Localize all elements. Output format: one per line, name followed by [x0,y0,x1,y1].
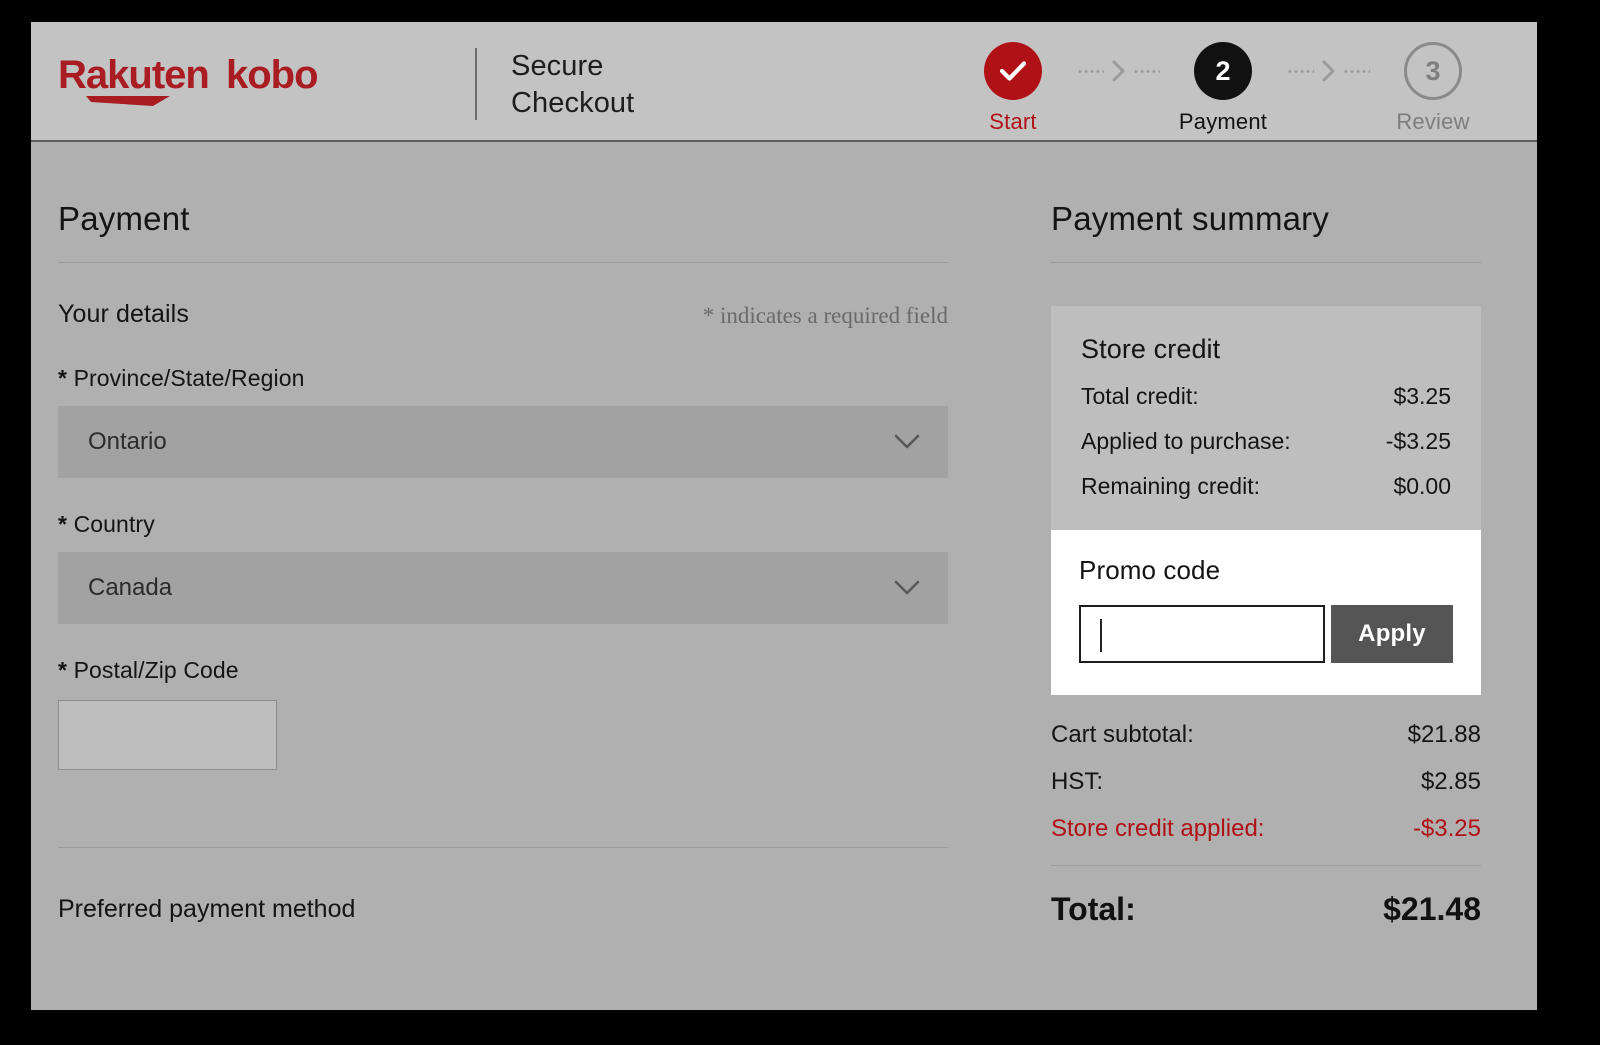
page-title: Payment [58,142,948,238]
store-credit-title: Store credit [1081,334,1451,365]
payment-summary-column: Payment summary Store credit Total credi… [1051,142,1481,928]
title-divider [58,262,948,263]
step-start-label: Start [989,109,1036,135]
field-country: * Country Canada [58,511,948,624]
secure-checkout-line-2: Checkout [511,85,634,122]
chevron-right-icon [1111,60,1126,82]
rakuten-kobo-logo-icon: Rakuten kobo [58,50,348,112]
checkout-stepper: Start 2 Payment [955,42,1491,135]
total-row-label: Store credit applied: [1051,815,1264,843]
total-row-hst: HST: $2.85 [1051,768,1481,796]
step-separator-2 [1281,42,1375,100]
total-row-value: $21.88 [1408,721,1481,749]
check-icon [999,60,1027,82]
required-asterisk: * [58,511,67,537]
step-review-label: Review [1396,109,1469,135]
required-asterisk: * [58,657,67,683]
promo-code-row: Apply [1079,605,1453,663]
your-details-label: Your details [58,300,189,328]
store-credit-row-value: -$3.25 [1386,428,1451,455]
site-header: Rakuten kobo Secure Checkout [31,22,1537,142]
required-field-note: * indicates a required field [703,303,948,329]
store-credit-row-value: $3.25 [1393,383,1451,410]
store-credit-row: Applied to purchase: -$3.25 [1081,428,1451,455]
svg-text:Rakuten: Rakuten [58,53,209,97]
step-payment-bubble: 2 [1194,42,1252,100]
step-start[interactable]: Start [955,42,1071,135]
step-review-bubble: 3 [1404,42,1462,100]
dotted-line [1343,70,1370,73]
field-postal-code: * Postal/Zip Code [58,657,948,770]
chevron-right-icon [1321,60,1336,82]
preferred-payment-method-title: Preferred payment method [58,895,948,924]
form-section-divider [58,847,948,848]
page-body: Payment Your details * indicates a requi… [31,142,1537,1008]
summary-title-divider [1051,262,1481,263]
chevron-down-icon [894,580,920,596]
required-asterisk: * [58,365,67,391]
step-start-bubble [984,42,1042,100]
field-country-label: * Country [58,511,948,538]
screen-frame: Rakuten kobo Secure Checkout [0,0,1600,1045]
browser-viewport: Rakuten kobo Secure Checkout [31,22,1537,1010]
step-review-number: 3 [1425,56,1440,87]
dotted-line [1287,70,1314,73]
total-row-store-credit-applied: Store credit applied: -$3.25 [1051,815,1481,843]
dotted-line [1133,70,1160,73]
store-credit-row: Total credit: $3.25 [1081,383,1451,410]
country-select[interactable]: Canada [58,552,948,624]
store-credit-row-label: Remaining credit: [1081,473,1260,500]
secure-checkout-title: Secure Checkout [511,48,634,122]
province-select-value: Ontario [58,428,167,456]
field-postal-code-label: * Postal/Zip Code [58,657,948,684]
payment-form-column: Payment Your details * indicates a requi… [58,142,948,924]
step-separator-1 [1071,42,1165,100]
rakuten-kobo-logo[interactable]: Rakuten kobo [58,50,348,112]
grand-total-label: Total: [1051,891,1136,928]
header-divider [475,48,477,120]
grand-total-row: Total: $21.48 [1051,891,1481,928]
store-credit-row-label: Applied to purchase: [1081,428,1291,455]
promo-code-input[interactable] [1079,605,1325,663]
step-payment-label: Payment [1179,109,1267,135]
step-review[interactable]: 3 Review [1375,42,1491,135]
step-payment-number: 2 [1215,56,1230,87]
country-select-value: Canada [58,574,172,602]
field-province: * Province/State/Region Ontario [58,365,948,478]
total-row-value: -$3.25 [1413,815,1481,843]
payment-summary-title: Payment summary [1051,142,1481,238]
step-payment[interactable]: 2 Payment [1165,42,1281,135]
field-province-label: * Province/State/Region [58,365,948,392]
field-postal-code-label-text: Postal/Zip Code [74,657,239,683]
store-credit-row-label: Total credit: [1081,383,1199,410]
totals-list: Cart subtotal: $21.88 HST: $2.85 Store c… [1051,721,1481,843]
dotted-line [1077,70,1104,73]
your-details-row: Your details * indicates a required fiel… [58,300,948,332]
svg-text:kobo: kobo [226,53,318,97]
apply-promo-button[interactable]: Apply [1331,605,1453,663]
total-row-cart-subtotal: Cart subtotal: $21.88 [1051,721,1481,749]
postal-code-input[interactable] [58,700,277,770]
totals-divider [1051,865,1481,866]
province-select[interactable]: Ontario [58,406,948,478]
store-credit-row-value: $0.00 [1393,473,1451,500]
total-row-label: Cart subtotal: [1051,721,1194,749]
store-credit-card: Store credit Total credit: $3.25 Applied… [1051,306,1481,530]
field-country-label-text: Country [74,511,155,537]
total-row-label: HST: [1051,768,1103,796]
grand-total-value: $21.48 [1383,891,1481,928]
chevron-down-icon [894,434,920,450]
field-province-label-text: Province/State/Region [74,365,305,391]
promo-code-title: Promo code [1079,555,1453,586]
secure-checkout-line-1: Secure [511,48,634,85]
total-row-value: $2.85 [1421,768,1481,796]
store-credit-row: Remaining credit: $0.00 [1081,473,1451,500]
promo-code-card: Promo code Apply [1051,530,1481,695]
text-cursor [1100,619,1102,652]
